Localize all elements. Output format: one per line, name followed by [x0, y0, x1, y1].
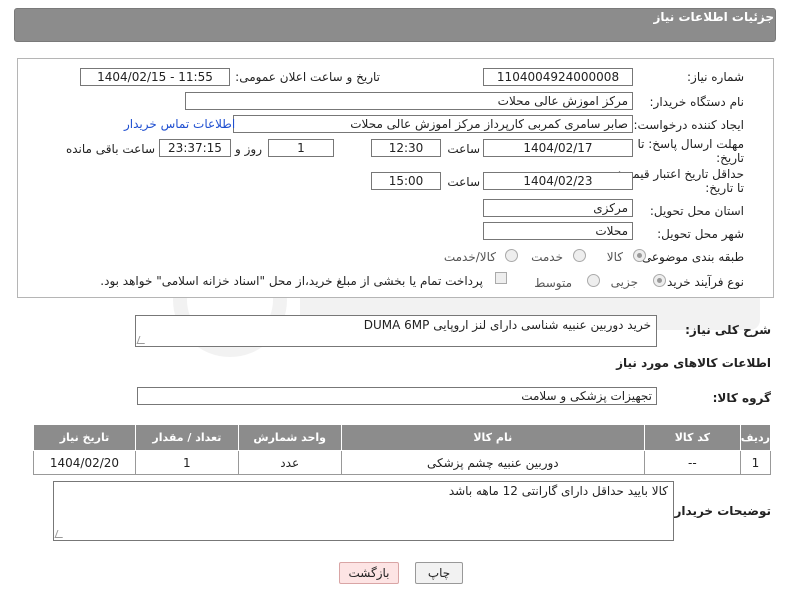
back-button[interactable]: بازگشت: [339, 562, 399, 584]
process-radio-minor[interactable]: [653, 274, 666, 287]
description-label: شرح کلی نیاز:: [685, 323, 771, 337]
goods-table-header-row: ردیف کد کالا نام کالا واحد شمارش تعداد /…: [33, 424, 772, 451]
province-label: استان محل تحویل:: [649, 204, 744, 218]
goods-section-title: اطلاعات کالاهای مورد نیاز: [616, 356, 771, 370]
cell-quantity: 1: [134, 450, 239, 475]
buyer-org-field[interactable]: مرکز اموزش عالی محلات: [185, 92, 633, 110]
process-option-medium: متوسط: [534, 276, 572, 290]
table-row: 1 -- دوربین عنبیه چشم پزشکی عدد 1 1404/0…: [33, 450, 772, 475]
resize-grip-icon[interactable]: [54, 530, 66, 538]
goods-group-field[interactable]: تجهیزات پزشکی و سلامت: [137, 387, 657, 405]
validity-date-field[interactable]: 1404/02/23: [483, 172, 633, 190]
validity-time-field[interactable]: 15:00: [371, 172, 441, 190]
deadline-label: مهلت ارسال پاسخ: تا: [637, 137, 744, 151]
creator-field[interactable]: صابر سامری کمربی کارپرداز مرکز اموزش عال…: [233, 115, 633, 133]
col-header-quantity: تعداد / مقدار: [134, 424, 239, 451]
col-header-unit: واحد شمارش: [237, 424, 342, 451]
goods-table: ردیف کد کالا نام کالا واحد شمارش تعداد /…: [33, 424, 772, 475]
city-field[interactable]: محلات: [483, 222, 633, 240]
validity-label-date: تا تاریخ:: [705, 181, 744, 195]
page-title: جزئیات اطلاعات نیاز: [653, 10, 774, 24]
category-radio-goods[interactable]: [633, 249, 646, 262]
deadline-time-label: ساعت: [447, 142, 480, 156]
creator-label: ایجاد کننده درخواست:: [633, 118, 744, 132]
province-field[interactable]: مرکزی: [483, 199, 633, 217]
process-radio-medium[interactable]: [587, 274, 600, 287]
print-button[interactable]: چاپ: [415, 562, 463, 584]
treasury-payment-checkbox[interactable]: [495, 272, 507, 284]
announce-date-label: تاریخ و ساعت اعلان عمومی:: [235, 70, 380, 84]
category-radio-goods-service[interactable]: [505, 249, 518, 262]
deadline-date-field[interactable]: 1404/02/17: [483, 139, 633, 157]
announce-date-field[interactable]: 1404/02/15 - 11:55: [80, 68, 230, 86]
buyer-notes-textarea[interactable]: کالا بایید حداقل دارای گارانتی 12 ماهه ب…: [53, 481, 674, 541]
resize-grip-icon[interactable]: [136, 336, 148, 344]
days-field[interactable]: 1: [268, 139, 334, 157]
category-option-service: خدمت: [531, 250, 563, 264]
category-label: طبقه بندی موضوعی:: [637, 250, 744, 264]
treasury-payment-note: پرداخت تمام یا بخشی از مبلغ خرید،از محل …: [100, 274, 483, 288]
col-header-row-number: ردیف: [739, 424, 772, 451]
goods-group-label: گروه کالا:: [712, 391, 771, 405]
col-header-need-date: تاریخ نیاز: [33, 424, 136, 451]
need-number-label: شماره نیاز:: [687, 70, 744, 84]
cell-row-number: 1: [739, 450, 772, 475]
buyer-org-label: نام دستگاه خریدار:: [649, 95, 745, 109]
col-header-goods-code: کد کالا: [643, 424, 741, 451]
category-option-goods: کالا: [606, 250, 623, 264]
description-textarea[interactable]: خرید دوربین عنبیه شناسی دارای لنز اروپای…: [135, 315, 657, 347]
validity-label: حداقل تاریخ اعتبار قیمت:: [617, 167, 744, 181]
buyer-notes-text: کالا بایید حداقل دارای گارانتی 12 ماهه ب…: [448, 484, 668, 498]
process-option-minor: جزیی: [610, 275, 638, 289]
remaining-time-field[interactable]: 23:37:15: [159, 139, 231, 157]
days-label: روز و: [235, 142, 262, 156]
category-radio-service[interactable]: [573, 249, 586, 262]
validity-time-label: ساعت: [447, 175, 480, 189]
need-number-field[interactable]: 1104004924000008: [483, 68, 633, 86]
cell-unit: عدد: [237, 450, 342, 475]
remaining-time-label: ساعت باقی مانده: [65, 142, 155, 156]
buyer-notes-label: توضیحات خریدار:: [669, 504, 771, 518]
deadline-time-field[interactable]: 12:30: [371, 139, 441, 157]
cell-need-date: 1404/02/20: [33, 450, 136, 475]
col-header-goods-name: نام کالا: [340, 424, 645, 451]
cell-goods-code: --: [643, 450, 741, 475]
buyer-contact-link[interactable]: اطلاعات تماس خریدار: [124, 117, 235, 131]
deadline-label-date: تاریخ:: [716, 151, 744, 165]
process-label: نوع فرآیند خرید :: [659, 275, 744, 289]
description-text: خرید دوربین عنبیه شناسی دارای لنز اروپای…: [363, 318, 651, 332]
city-label: شهر محل تحویل:: [657, 227, 744, 241]
cell-goods-name: دوربین عنبیه چشم پزشکی: [340, 450, 645, 475]
category-option-goods-service: کالا/خدمت: [443, 250, 496, 264]
